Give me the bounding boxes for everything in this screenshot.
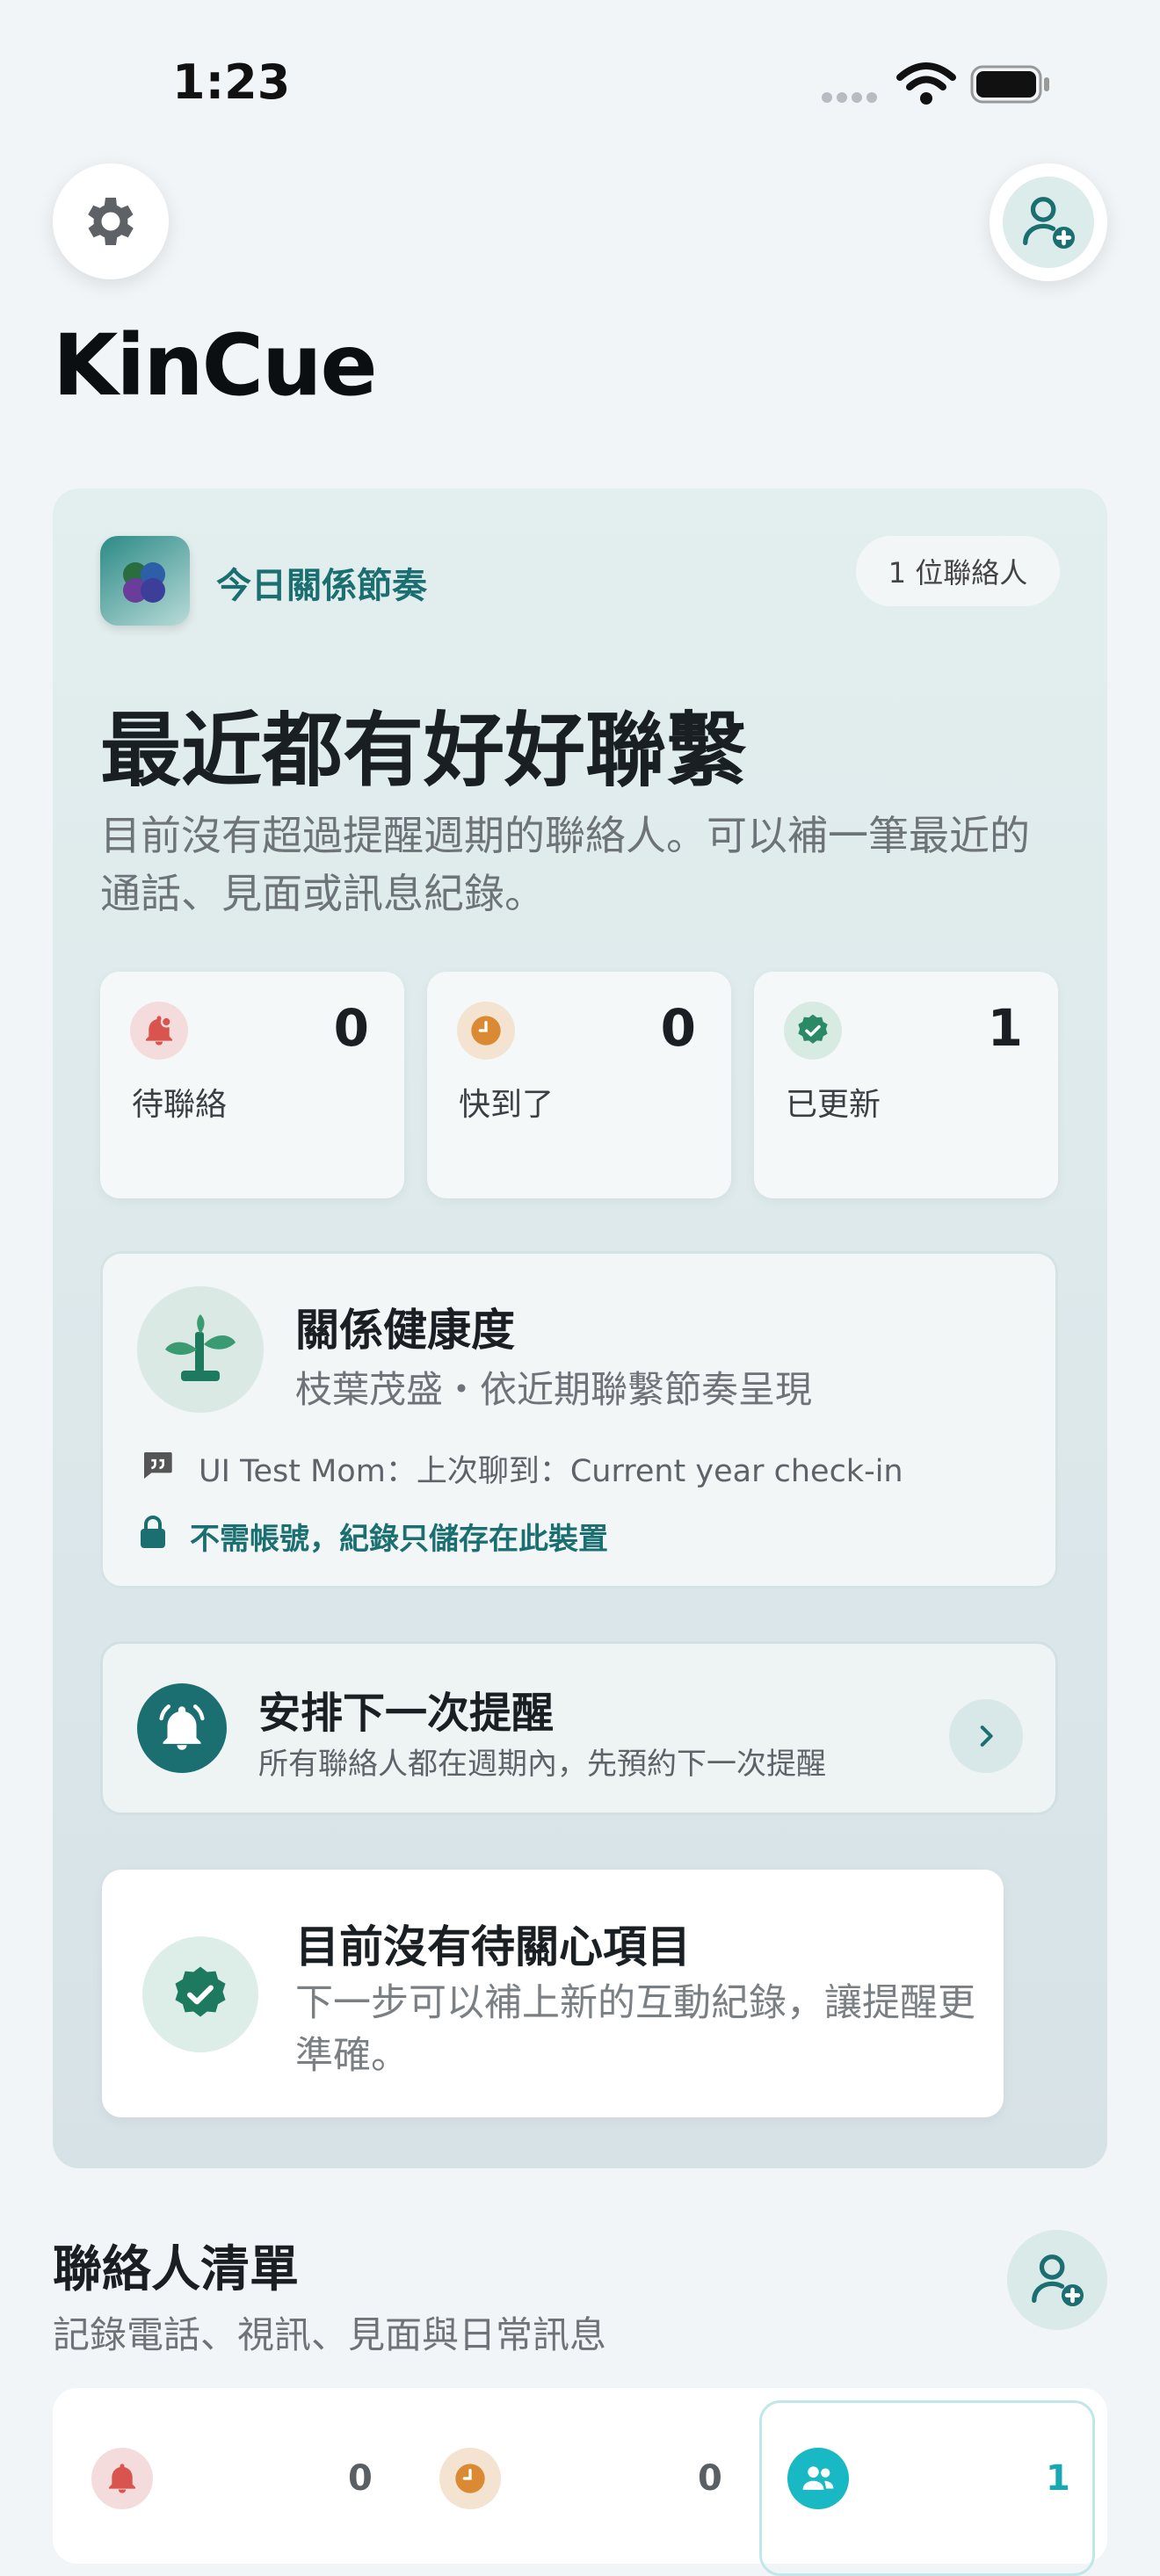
stat-label: 已更新 bbox=[786, 1087, 881, 1123]
contacts-title: 聯絡人清單 bbox=[53, 2241, 299, 2298]
schedule-open-button[interactable] bbox=[949, 1699, 1023, 1773]
app-logo-icon bbox=[100, 536, 190, 626]
filter-all-count: 1 bbox=[1046, 2458, 1070, 2499]
add-person-icon bbox=[1023, 197, 1076, 250]
stat-label: 待聯絡 bbox=[132, 1087, 228, 1123]
health-title: 關係健康度 bbox=[295, 1305, 515, 1356]
plant-icon bbox=[137, 1286, 264, 1413]
empty-state-title: 目前沒有待關心項目 bbox=[295, 1921, 691, 1972]
check-badge-icon bbox=[142, 1936, 258, 2052]
contacts-subtitle: 記錄電話、視訊、見面與日常訊息 bbox=[53, 2313, 607, 2356]
battery-icon bbox=[970, 65, 1049, 104]
status-time: 1:23 bbox=[172, 54, 291, 110]
stat-value: 0 bbox=[333, 998, 369, 1058]
stat-label: 快到了 bbox=[459, 1087, 555, 1123]
add-contact-button[interactable] bbox=[990, 163, 1107, 281]
filter-overdue-button[interactable] bbox=[91, 2448, 153, 2509]
schedule-reminder-card[interactable] bbox=[100, 1641, 1058, 1815]
schedule-subtitle: 所有聯絡人都在週期內，先預約下一次提醒 bbox=[258, 1747, 826, 1782]
bell-icon bbox=[130, 1002, 188, 1060]
wifi-icon bbox=[896, 62, 956, 105]
health-subtitle: 枝葉茂盛・依近期聯繫節奏呈現 bbox=[295, 1368, 813, 1411]
stat-card-updated[interactable]: 1 已更新 bbox=[754, 972, 1058, 1198]
empty-state-subtitle: 下一步可以補上新的互動紀錄，讓提醒更準確。 bbox=[295, 1981, 975, 2078]
clock-icon bbox=[457, 1002, 515, 1060]
stat-value: 1 bbox=[987, 998, 1023, 1058]
stat-value: 0 bbox=[660, 998, 696, 1058]
filter-overdue-count: 0 bbox=[348, 2458, 373, 2499]
signal-dots-icon bbox=[822, 90, 883, 103]
chevron-right-icon bbox=[980, 1726, 993, 1747]
lock-icon bbox=[141, 1516, 165, 1548]
stat-card-overdue[interactable]: 0 待聯絡 bbox=[100, 972, 404, 1198]
filter-all-button[interactable] bbox=[787, 2448, 849, 2509]
hero-subtitle: 目前沒有超過提醒週期的聯絡人。可以補一筆最近的通話、見面或訊息紀錄。 bbox=[100, 812, 1030, 917]
app-title: KinCue bbox=[53, 316, 378, 415]
add-person-icon bbox=[1032, 2254, 1084, 2307]
people-icon bbox=[802, 2466, 834, 2490]
filter-soon-button[interactable] bbox=[439, 2448, 501, 2509]
hero-label: 今日關係節奏 bbox=[216, 566, 427, 606]
settings-button[interactable] bbox=[53, 163, 169, 279]
alarm-bell-icon bbox=[137, 1683, 227, 1773]
filter-soon-count: 0 bbox=[698, 2458, 722, 2499]
hero-title: 最近都有好好聯繫 bbox=[100, 704, 748, 798]
schedule-title: 安排下一次提醒 bbox=[258, 1689, 555, 1738]
add-contact-list-button[interactable] bbox=[1007, 2230, 1107, 2330]
contact-count-badge: 1 位聯絡人 bbox=[856, 536, 1060, 606]
check-badge-icon bbox=[784, 1002, 842, 1060]
stat-card-soon[interactable]: 0 快到了 bbox=[427, 972, 731, 1198]
privacy-note: 不需帳號，紀錄只儲存在此裝置 bbox=[190, 1522, 608, 1557]
chat-quote-icon bbox=[144, 1452, 172, 1479]
bell-icon bbox=[109, 2464, 135, 2493]
last-topic-note: UI Test Mom：上次聊到：Current year check-in bbox=[199, 1454, 903, 1489]
clock-icon bbox=[455, 2464, 485, 2493]
gear-icon bbox=[88, 198, 134, 245]
